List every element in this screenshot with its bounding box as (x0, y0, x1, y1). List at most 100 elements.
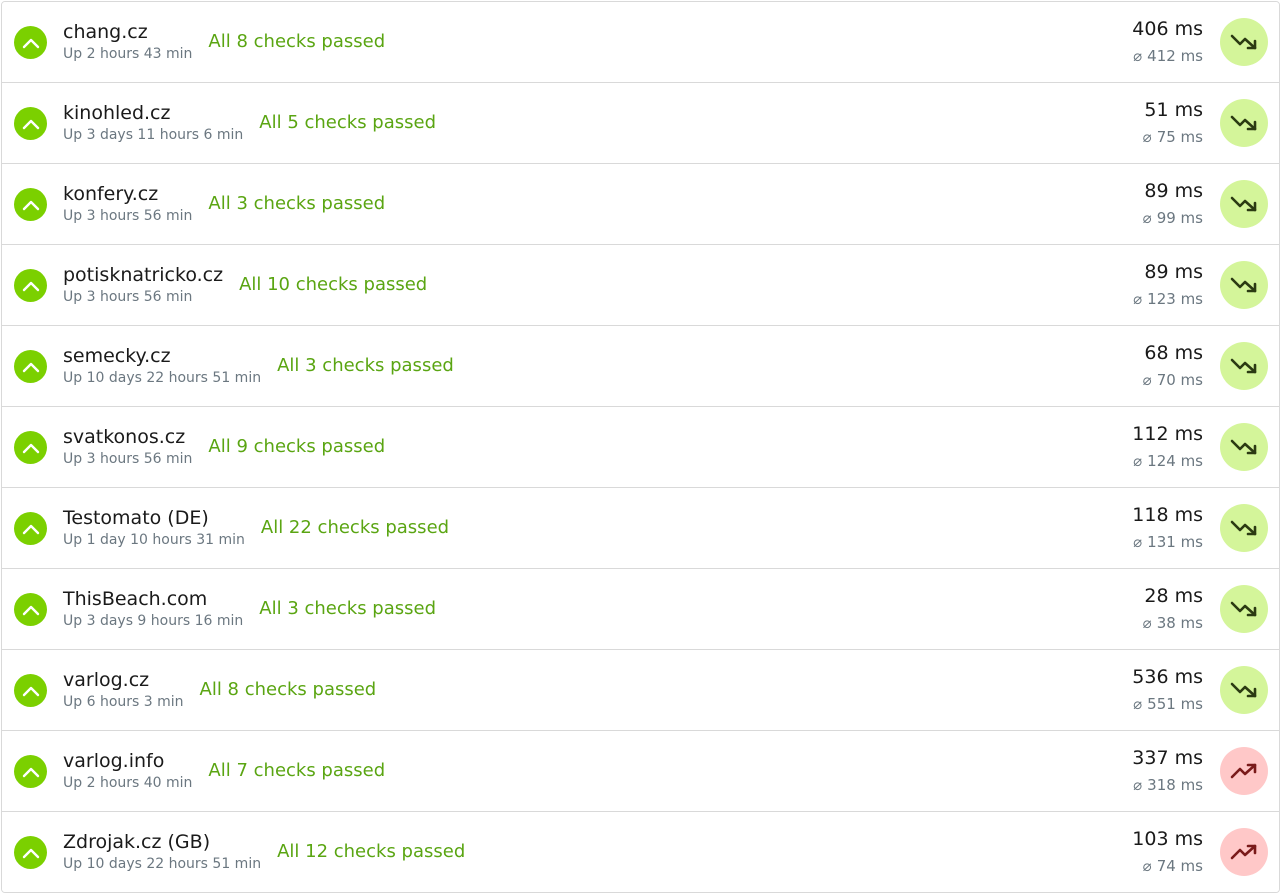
monitor-name[interactable]: Testomato (DE) (63, 506, 245, 530)
current-response-time: 51 ms (1144, 99, 1203, 121)
checks-status[interactable]: All 10 checks passed (239, 274, 427, 295)
monitor-uptime: Up 10 days 22 hours 51 min (63, 370, 262, 386)
response-time: 89 ms ⌀ 123 ms (1133, 260, 1203, 309)
monitor-row[interactable]: potisknatricko.cz Up 3 hours 56 min All … (2, 245, 1279, 326)
monitor-uptime: Up 3 days 9 hours 16 min (63, 613, 244, 629)
average-symbol: ⌀ (1142, 857, 1152, 875)
average-value: 75 ms (1156, 128, 1203, 146)
monitor-name[interactable]: svatkonos.cz (63, 425, 192, 449)
trend-button[interactable] (1220, 666, 1268, 714)
chevron-up-icon (22, 686, 39, 696)
monitor-info: Zdrojak.cz (GB) Up 10 days 22 hours 51 m… (63, 830, 465, 873)
monitor-uptime: Up 2 hours 40 min (63, 775, 193, 791)
checks-status[interactable]: All 9 checks passed (208, 436, 385, 457)
monitor-info: varlog.cz Up 6 hours 3 min All 8 checks … (63, 668, 376, 711)
trend-button[interactable] (1220, 18, 1268, 66)
monitor-row[interactable]: varlog.cz Up 6 hours 3 min All 8 checks … (2, 650, 1279, 731)
monitor-uptime: Up 3 days 11 hours 6 min (63, 127, 244, 143)
trend-button[interactable] (1220, 99, 1268, 147)
trend-button[interactable] (1220, 261, 1268, 309)
monitor-name-block: kinohled.cz Up 3 days 11 hours 6 min (63, 101, 243, 144)
monitor-info: konfery.cz Up 3 hours 56 min All 3 check… (63, 182, 385, 225)
current-response-time: 112 ms (1132, 423, 1203, 445)
monitor-row[interactable]: ThisBeach.com Up 3 days 9 hours 16 min A… (2, 569, 1279, 650)
status-up-icon (14, 674, 47, 707)
checks-status[interactable]: All 8 checks passed (208, 31, 385, 52)
trend-button[interactable] (1220, 828, 1268, 876)
average-value: 38 ms (1156, 614, 1203, 632)
average-symbol: ⌀ (1133, 776, 1143, 794)
status-up-icon (14, 593, 47, 626)
average-response-time: ⌀ 124 ms (1132, 451, 1203, 471)
monitor-uptime: Up 1 day 10 hours 31 min (63, 532, 245, 548)
average-symbol: ⌀ (1133, 452, 1143, 470)
response-time: 89 ms ⌀ 99 ms (1143, 179, 1203, 228)
checks-status[interactable]: All 5 checks passed (259, 112, 436, 133)
monitor-name[interactable]: varlog.cz (63, 668, 184, 692)
average-response-time: ⌀ 131 ms (1132, 532, 1203, 552)
trend-down-icon (1230, 601, 1257, 617)
monitor-name-block: varlog.cz Up 6 hours 3 min (63, 668, 184, 711)
average-response-time: ⌀ 38 ms (1143, 613, 1203, 633)
monitor-name-block: ThisBeach.com Up 3 days 9 hours 16 min (63, 587, 243, 630)
average-value: 318 ms (1147, 776, 1203, 794)
trend-button[interactable] (1220, 423, 1268, 471)
monitor-uptime: Up 6 hours 3 min (63, 694, 184, 710)
monitor-name[interactable]: varlog.info (63, 749, 192, 773)
response-time: 68 ms ⌀ 70 ms (1143, 341, 1203, 390)
average-value: 412 ms (1147, 47, 1203, 65)
monitor-info: potisknatricko.cz Up 3 hours 56 min All … (63, 263, 427, 306)
status-up-icon (14, 26, 47, 59)
monitor-row[interactable]: varlog.info Up 2 hours 40 min All 7 chec… (2, 731, 1279, 812)
trend-button[interactable] (1220, 747, 1268, 795)
status-up-icon (14, 755, 47, 788)
monitor-name[interactable]: chang.cz (63, 20, 192, 44)
checks-status[interactable]: All 3 checks passed (208, 193, 385, 214)
average-response-time: ⌀ 75 ms (1143, 127, 1203, 147)
current-response-time: 536 ms (1132, 666, 1203, 688)
average-value: 551 ms (1147, 695, 1203, 713)
checks-status[interactable]: All 3 checks passed (259, 598, 436, 619)
trend-down-icon (1230, 115, 1257, 131)
status-up-icon (14, 350, 47, 383)
monitor-name[interactable]: potisknatricko.cz (63, 263, 223, 287)
checks-status[interactable]: All 3 checks passed (277, 355, 454, 376)
monitor-row[interactable]: kinohled.cz Up 3 days 11 hours 6 min All… (2, 83, 1279, 164)
trend-button[interactable] (1220, 585, 1268, 633)
average-value: 123 ms (1147, 290, 1203, 308)
trend-button[interactable] (1220, 342, 1268, 390)
monitor-name[interactable]: kinohled.cz (63, 101, 243, 125)
average-symbol: ⌀ (1133, 47, 1143, 65)
monitor-row[interactable]: semecky.cz Up 10 days 22 hours 51 min Al… (2, 326, 1279, 407)
average-response-time: ⌀ 318 ms (1132, 775, 1203, 795)
trend-button[interactable] (1220, 180, 1268, 228)
chevron-up-icon (22, 605, 39, 615)
current-response-time: 118 ms (1132, 504, 1203, 526)
monitor-name[interactable]: konfery.cz (63, 182, 192, 206)
checks-status[interactable]: All 22 checks passed (261, 517, 449, 538)
monitor-name[interactable]: Zdrojak.cz (GB) (63, 830, 261, 854)
status-up-icon (14, 431, 47, 464)
trend-down-icon (1230, 439, 1257, 455)
trend-down-icon (1230, 358, 1257, 374)
trend-button[interactable] (1220, 504, 1268, 552)
trend-down-icon (1230, 682, 1257, 698)
monitor-row[interactable]: Zdrojak.cz (GB) Up 10 days 22 hours 51 m… (2, 812, 1279, 892)
monitor-row[interactable]: svatkonos.cz Up 3 hours 56 min All 9 che… (2, 407, 1279, 488)
monitor-info: chang.cz Up 2 hours 43 min All 8 checks … (63, 20, 385, 63)
chevron-up-icon (22, 200, 39, 210)
monitor-row[interactable]: Testomato (DE) Up 1 day 10 hours 31 min … (2, 488, 1279, 569)
monitor-row[interactable]: konfery.cz Up 3 hours 56 min All 3 check… (2, 164, 1279, 245)
current-response-time: 89 ms (1144, 261, 1203, 283)
checks-status[interactable]: All 8 checks passed (200, 679, 377, 700)
monitor-info: varlog.info Up 2 hours 40 min All 7 chec… (63, 749, 385, 792)
average-symbol: ⌀ (1133, 533, 1143, 551)
checks-status[interactable]: All 12 checks passed (277, 841, 465, 862)
monitor-name[interactable]: ThisBeach.com (63, 587, 243, 611)
response-time: 51 ms ⌀ 75 ms (1143, 98, 1203, 147)
status-up-icon (14, 107, 47, 140)
monitor-list: chang.cz Up 2 hours 43 min All 8 checks … (1, 1, 1280, 893)
monitor-name[interactable]: semecky.cz (63, 344, 261, 368)
monitor-row[interactable]: chang.cz Up 2 hours 43 min All 8 checks … (2, 2, 1279, 83)
checks-status[interactable]: All 7 checks passed (208, 760, 385, 781)
